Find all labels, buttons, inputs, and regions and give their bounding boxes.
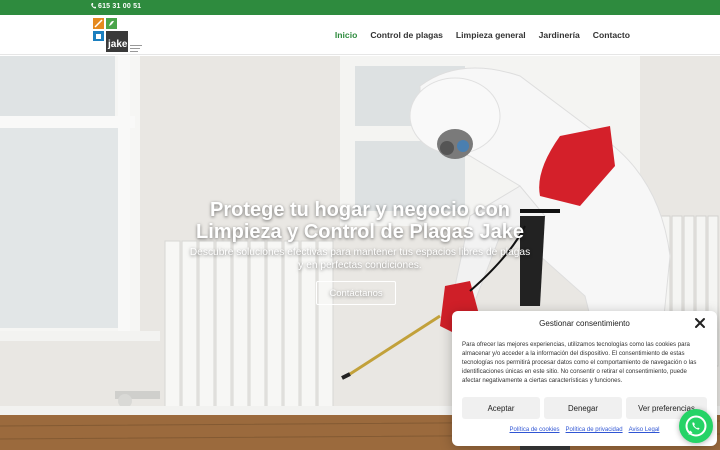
main-nav: Inicio Control de plagas Limpieza genera… [335,30,630,40]
nav-item-limpieza-general[interactable]: Limpieza general [456,30,526,40]
whatsapp-icon [685,415,707,437]
whatsapp-button[interactable] [679,409,713,443]
nav-item-control-de-plagas[interactable]: Control de plagas [370,30,443,40]
cookie-dialog-text: Para ofrecer las mejores experiencias, u… [462,341,697,384]
legal-notice-link[interactable]: Aviso Legal [629,427,660,433]
accept-button[interactable]: Aceptar [462,397,540,419]
phone-number[interactable]: 615 31 00 51 [91,3,141,10]
hero-subtitle-line-1: Descubre soluciones efectivas para mante… [189,247,531,258]
close-icon[interactable] [694,317,706,329]
contact-button[interactable]: Contáctanos [316,281,396,305]
nav-item-contacto[interactable]: Contacto [593,30,630,40]
svg-text:jake: jake [107,39,128,50]
phone-label: 615 31 00 51 [98,3,142,10]
hero-title-line-1: Protege tu hogar y negocio con [209,199,511,221]
nav-item-jardineria[interactable]: Jardinería [539,30,580,40]
phone-icon [91,3,96,9]
cookie-consent-dialog: Gestionar consentimiento Para ofrecer la… [452,311,717,446]
hero-title: Protege tu hogar y negocio con Limpieza … [160,199,560,243]
cookie-policy-link[interactable]: Política de cookies [510,427,560,433]
hero-subtitle-line-2: y en perfectas condiciones. [298,260,422,271]
hero-title-line-2: Limpieza y Control de Plagas Jake [196,221,524,243]
privacy-policy-link[interactable]: Política de privacidad [566,427,623,433]
top-bar: 615 31 00 51 [0,0,720,15]
deny-button[interactable]: Denegar [544,397,622,419]
jake-logo[interactable]: jake [92,17,144,53]
site-header: jake Inicio Control de plagas Limpieza g… [0,15,720,55]
cookie-dialog-links: Política de cookies Política de privacid… [452,427,717,433]
nav-item-inicio[interactable]: Inicio [335,30,357,40]
cookie-dialog-title: Gestionar consentimiento [539,319,630,328]
hero-subtitle: Descubre soluciones efectivas para mante… [160,246,560,272]
